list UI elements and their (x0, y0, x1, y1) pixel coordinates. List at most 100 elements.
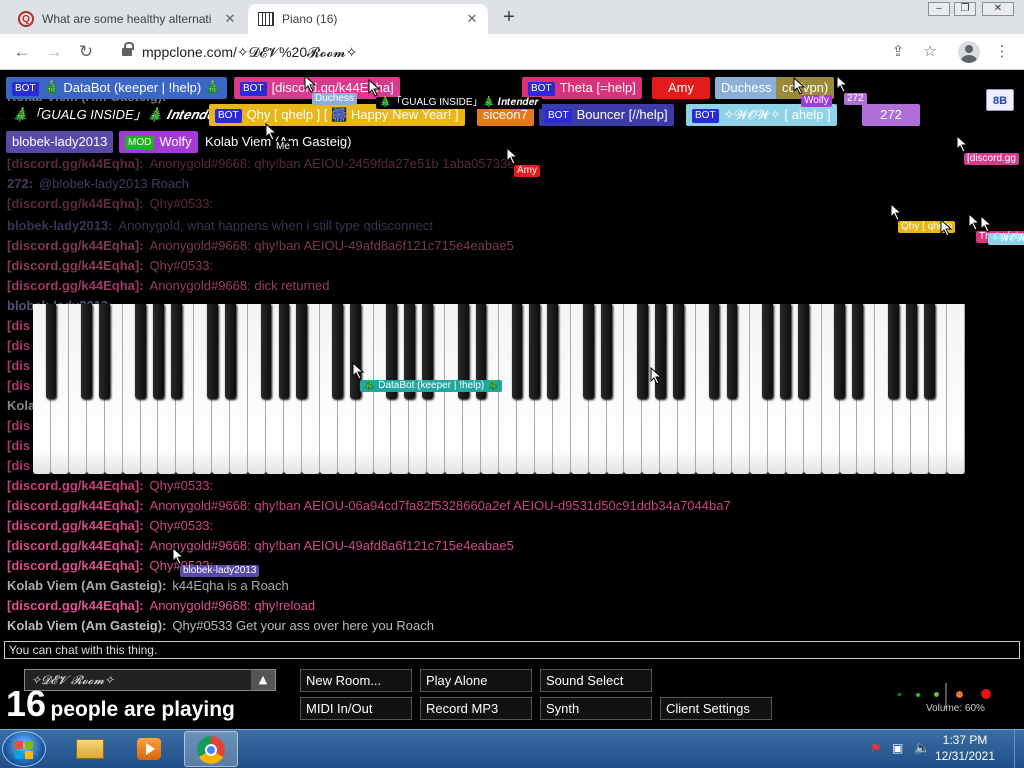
black-key[interactable] (905, 304, 917, 399)
chat-message: [dis (7, 318, 36, 333)
bot-badge: BOT (528, 82, 555, 96)
chat-text: Anonygold#9668: qhy!ban AEIOU-2459fda27e… (149, 156, 515, 171)
browser-tab-piano[interactable]: Piano (16) ✕ (248, 4, 488, 34)
chat-input[interactable]: You can chat with this thing. (4, 641, 1020, 659)
chat-author: Kolab Viem (Am Gasteig): (7, 618, 167, 633)
close-tab-icon[interactable]: ✕ (220, 11, 240, 27)
action-center-flag-icon[interactable]: ⚑ (870, 741, 882, 757)
menu-kebab-icon[interactable]: ⋮ (992, 42, 1012, 62)
black-key[interactable] (332, 304, 344, 399)
black-key[interactable] (153, 304, 164, 399)
black-key[interactable] (762, 304, 774, 399)
black-key[interactable] (780, 304, 792, 399)
tab-title: What are some healthy alternati (42, 12, 212, 26)
participant-name: Wolfy (159, 134, 192, 149)
chat-author: [dis (7, 418, 31, 433)
black-key[interactable] (171, 304, 182, 399)
chat-text: Qhy#0533 Get your ass over here you Roac… (172, 618, 434, 633)
black-key[interactable] (672, 304, 684, 399)
black-key[interactable] (511, 304, 523, 399)
participant-bouncer[interactable]: BOT Bouncer [//help] (539, 104, 674, 126)
sound-select-button[interactable]: Sound Select (540, 669, 652, 692)
new-room-button[interactable]: New Room... (300, 669, 412, 692)
chat-author: [dis (7, 438, 31, 453)
volume-knob[interactable] (890, 681, 1010, 721)
chrome-icon[interactable] (184, 731, 238, 767)
black-key[interactable] (99, 304, 111, 399)
show-desktop-button[interactable] (1014, 730, 1024, 768)
participant-wolfy[interactable]: MOD Wolfy (119, 131, 198, 153)
address-bar[interactable]: mppclone.com/✧𝓓𝓔𝓥%20𝓡𝓸𝓸𝓶✧ (110, 39, 870, 65)
chat-message: [discord.gg/k44Eqha]: Qhy#0533: (7, 478, 213, 493)
profile-icon[interactable] (958, 41, 980, 63)
black-key[interactable] (529, 304, 541, 399)
black-key[interactable] (547, 304, 559, 399)
synth-button[interactable]: Synth (540, 697, 652, 720)
chat-message: [dis (7, 338, 36, 353)
participant-wow[interactable]: BOT ✧𝓦𝓞𝓦✧ [ ahelp ] (686, 104, 837, 126)
black-key[interactable] (852, 304, 863, 399)
black-key[interactable] (798, 304, 810, 399)
media-player-icon[interactable] (122, 731, 176, 767)
bookmark-star-icon[interactable]: ☆ (920, 42, 940, 62)
chevron-up-icon[interactable]: ▲ (251, 670, 275, 690)
reload-icon[interactable]: ↻ (74, 41, 98, 63)
client-settings-button[interactable]: Client Settings (660, 697, 772, 720)
chat-author: [discord.gg/k44Eqha]: (7, 598, 144, 613)
mouse-cursor-icon (940, 219, 953, 237)
browser-tab-quora[interactable]: Q What are some healthy alternati ✕ (8, 4, 246, 34)
black-key[interactable] (708, 304, 720, 399)
white-key[interactable] (947, 304, 965, 474)
top-right-button[interactable]: 8B (986, 89, 1015, 111)
record-mp3-button[interactable]: Record MP3 (420, 697, 532, 720)
file-explorer-icon[interactable] (62, 731, 116, 767)
forward-icon[interactable]: → (42, 41, 66, 63)
black-key[interactable] (206, 304, 218, 399)
black-key[interactable] (637, 304, 648, 399)
black-key[interactable] (296, 304, 308, 399)
participant-theta[interactable]: BOT Theta [=help] (522, 77, 642, 99)
start-button[interactable] (2, 731, 46, 767)
lock-icon[interactable] (122, 42, 134, 58)
network-icon[interactable]: ▣ (892, 741, 903, 755)
chat-author: [dis (7, 458, 31, 473)
back-icon[interactable]: ← (10, 41, 34, 63)
participant-amy[interactable]: Amy (652, 77, 710, 99)
maximize-button[interactable]: ❐ (954, 2, 976, 16)
chat-text: Qhy#0533: (149, 196, 214, 211)
participant-databot[interactable]: BOT 🎄 DataBot (keeper | !help) 🎄 (6, 77, 227, 99)
black-key[interactable] (923, 304, 935, 399)
participant-gualg[interactable]: 🎄「GUALG INSIDE」🎄 𝑰𝒏𝒕𝒆𝒏𝒅𝒆𝒓 (6, 104, 226, 126)
bot-badge: BOT (240, 82, 267, 96)
midi-button[interactable]: MIDI In/Out (300, 697, 412, 720)
black-key[interactable] (45, 304, 57, 399)
black-key[interactable] (583, 304, 594, 399)
speaker-icon[interactable]: 🔈 (914, 740, 930, 756)
black-key[interactable] (834, 304, 845, 399)
play-alone-button[interactable]: Play Alone (420, 669, 532, 692)
black-key[interactable] (601, 304, 612, 399)
taskbar-clock[interactable]: 1:37 PM 12/31/2021 (930, 732, 1000, 764)
black-key[interactable] (135, 304, 146, 399)
black-key[interactable] (278, 304, 290, 399)
participant-duchess[interactable]: Duchess (715, 77, 778, 99)
bot-badge: BOT (692, 109, 719, 123)
chat-message: [discord.gg/k44Eqha]: Anonygold#9668: qhy… (7, 156, 515, 171)
chat-text: Anonygold, what happens when i still typ… (118, 218, 433, 233)
black-key[interactable] (260, 304, 272, 399)
close-tab-icon[interactable]: ✕ (462, 11, 482, 27)
participant-name: blobek-lady2013 (12, 134, 108, 149)
chat-author: Kola (7, 398, 36, 413)
black-key[interactable] (726, 304, 738, 399)
participant-blobek[interactable]: blobek-lady2013 (6, 131, 114, 153)
new-tab-button[interactable]: + (498, 6, 520, 28)
black-key[interactable] (81, 304, 93, 399)
windows-taskbar: ⚑ ▣ 🔈 1:37 PM 12/31/2021 (0, 729, 1024, 768)
close-window-button[interactable]: ✕ (982, 2, 1014, 16)
black-key[interactable] (887, 304, 899, 399)
share-icon[interactable]: ⇪ (888, 42, 908, 62)
chat-message: [discord.gg/k44Eqha]: Anonygold#9668: qhy… (7, 238, 514, 253)
minimize-button[interactable]: – (928, 2, 950, 16)
black-key[interactable] (224, 304, 236, 399)
participant-272[interactable]: 272 (862, 104, 920, 126)
